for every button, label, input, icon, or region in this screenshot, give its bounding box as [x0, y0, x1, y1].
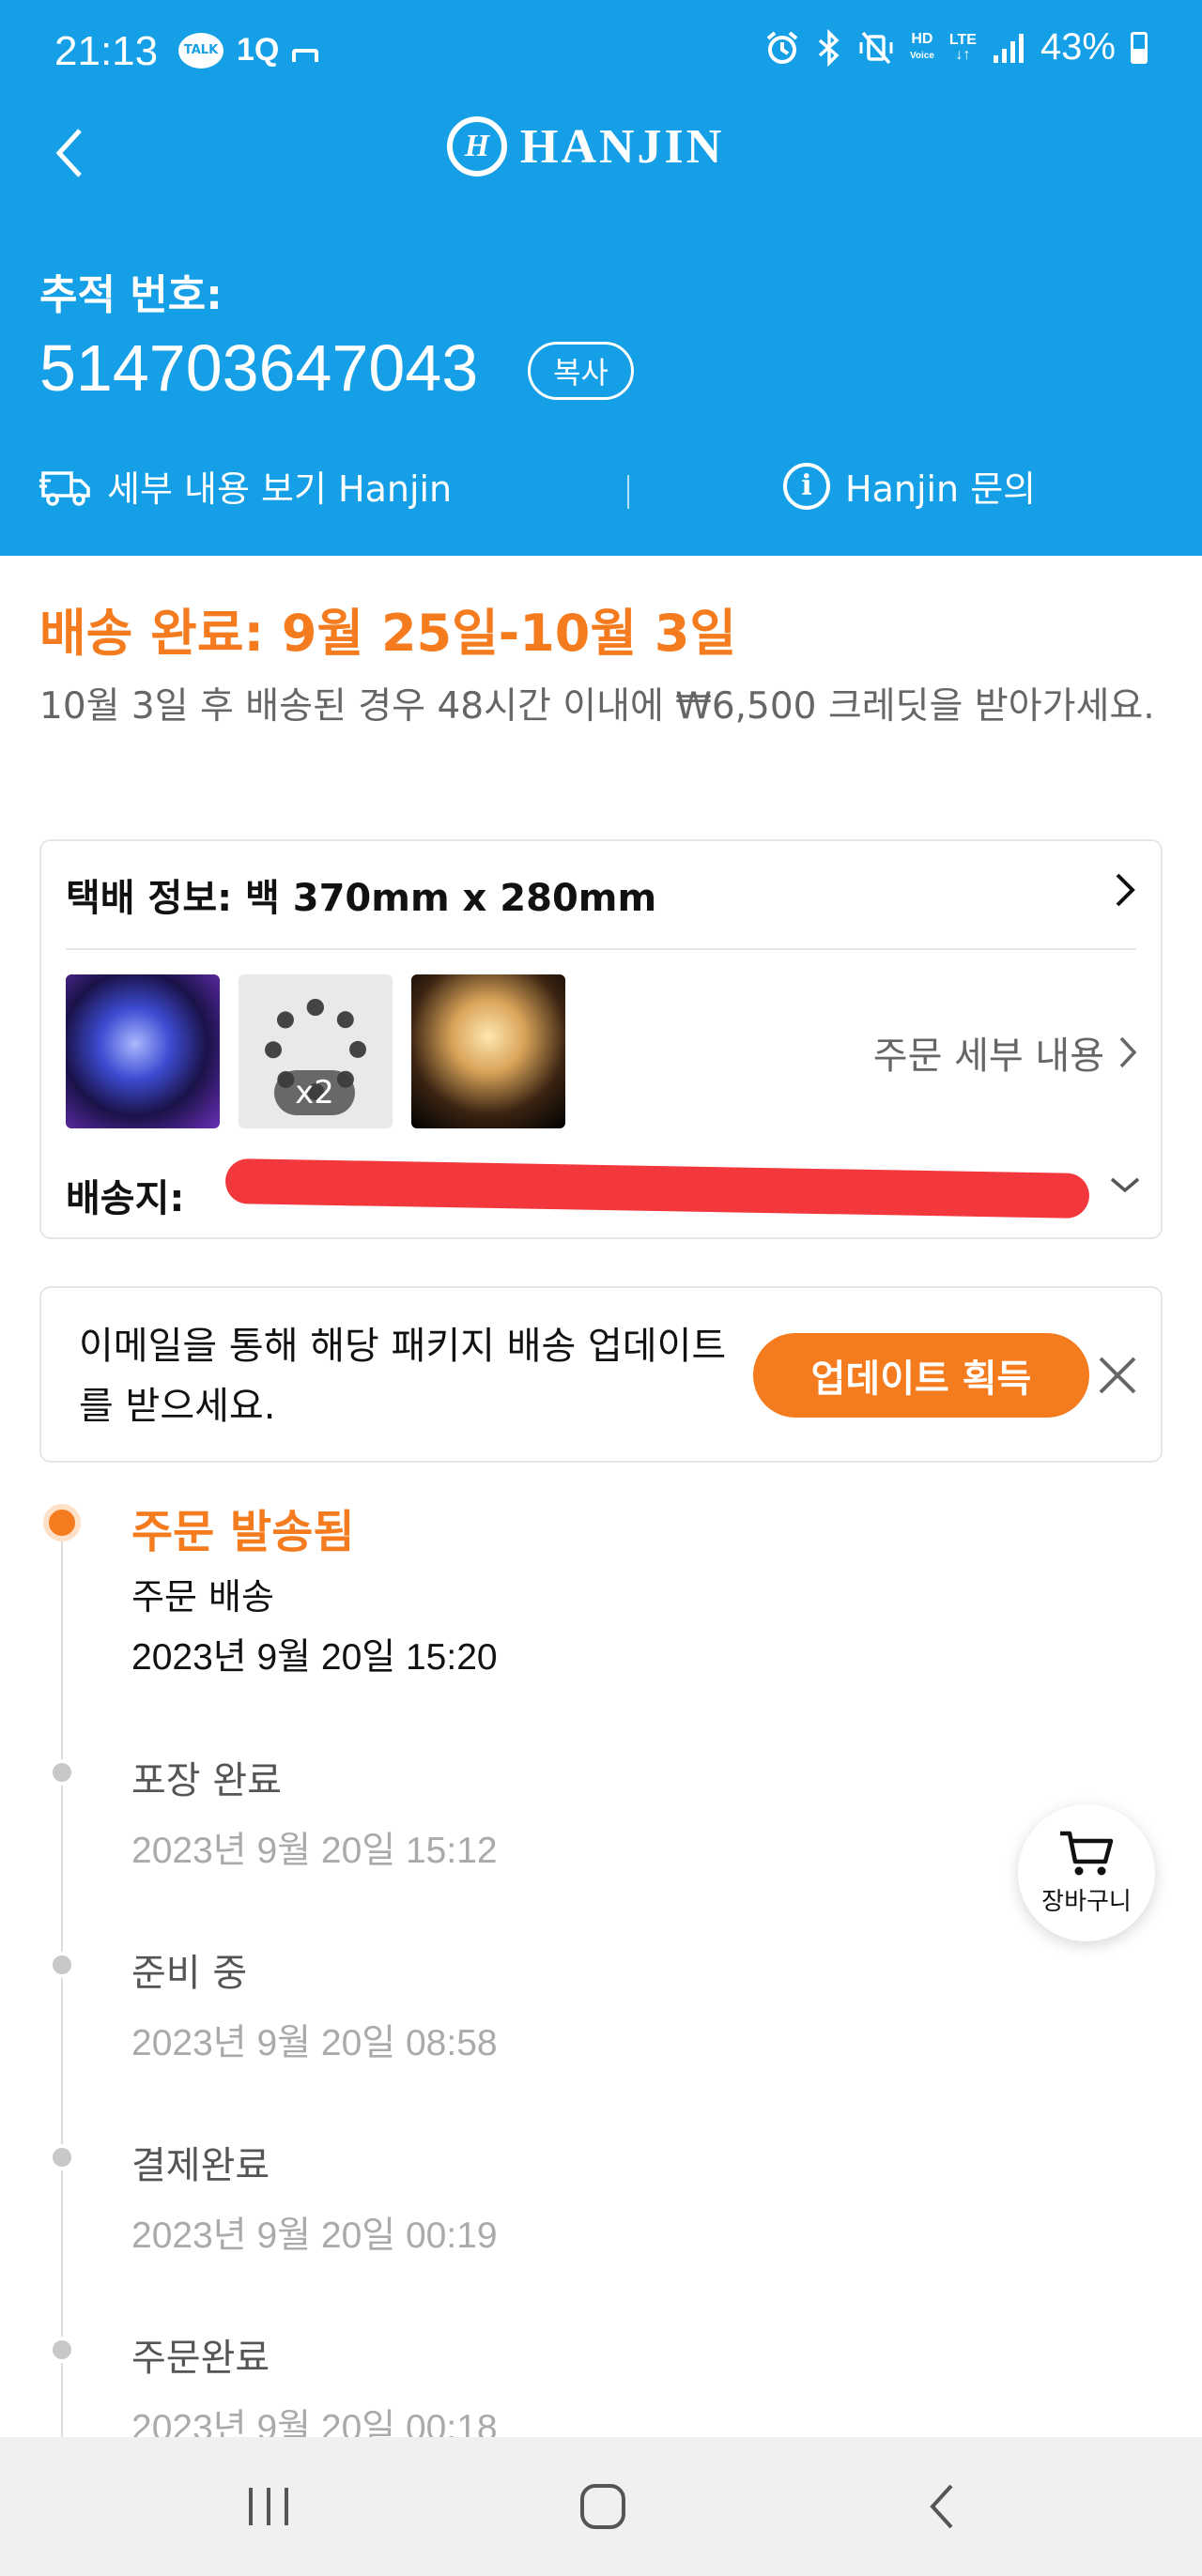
- kakaotalk-icon: TALK: [178, 32, 223, 69]
- divider: [66, 948, 1136, 950]
- shipping-address-label: 배송지:: [66, 1177, 185, 1220]
- recent-apps-button[interactable]: [203, 2437, 334, 2576]
- timeline-dot: [49, 2337, 75, 2363]
- timeline-dot: [49, 2144, 75, 2170]
- hanjin-logo-icon: H: [447, 116, 507, 176]
- battery-percent: 43%: [1040, 26, 1116, 68]
- timeline-datetime: 2023년 9월 20일 08:58: [131, 2023, 498, 2063]
- hanjin-logo: H HANJIN: [447, 116, 724, 176]
- back-icon: [930, 2484, 953, 2529]
- shipping-address-row[interactable]: 배송지:: [66, 1157, 1142, 1222]
- copy-button[interactable]: 복사: [528, 342, 634, 400]
- moon-crystal-ball-thumbnail[interactable]: [411, 974, 565, 1128]
- timeline-dot: [49, 1759, 75, 1786]
- tracking-label: 추적 번호:: [39, 271, 223, 319]
- system-back-button[interactable]: [875, 2437, 1007, 2576]
- email-update-text: 이메일을 통해 해당 패키지 배송 업데이트를 받으세요.: [79, 1325, 727, 1428]
- action-divider: [627, 475, 629, 509]
- truck-icon: [39, 470, 90, 506]
- timeline-status: 주문 발송됨: [131, 1506, 355, 1558]
- cart-button[interactable]: 장바구니: [1018, 1804, 1155, 1941]
- lte-icon: LTE ↓↑: [948, 31, 977, 63]
- recent-apps-icon: [249, 2488, 288, 2525]
- quantity-badge: x2: [274, 1070, 355, 1115]
- bead-bracelet-thumbnail[interactable]: x2: [239, 974, 393, 1128]
- chevron-left-icon: [55, 129, 82, 177]
- hd-voice-icon: HD Voice: [909, 30, 934, 61]
- tracking-header: 21:13 TALK 1Q HD Voice LTE ↓↑ 43% H HANJIN…: [0, 0, 1202, 556]
- timeline-datetime: 2023년 9월 20일 00:19: [131, 2216, 498, 2256]
- shopping-cart-icon: [1060, 1831, 1114, 1875]
- inquiry-link[interactable]: i Hanjin 문의: [783, 460, 1036, 512]
- timeline-status: 준비 중: [131, 1952, 248, 1995]
- cart-label: 장바구니: [1041, 1887, 1132, 1916]
- chevron-down-icon[interactable]: [1108, 1162, 1142, 1205]
- inquiry-label: Hanjin 문의: [845, 468, 1037, 510]
- chevron-right-icon[interactable]: [1112, 869, 1138, 922]
- status-time: 21:13: [54, 28, 159, 74]
- galaxy-crystal-ball-thumbnail[interactable]: [66, 974, 220, 1128]
- timeline-status: 결제완료: [131, 2144, 270, 2187]
- notification-minus-icon: [292, 48, 319, 62]
- home-icon: [580, 2484, 625, 2529]
- back-button[interactable]: [41, 120, 98, 186]
- view-details-label: 세부 내용 보기 Hanjin: [107, 468, 453, 510]
- timeline-datetime: 2023년 9월 20일 15:12: [131, 1831, 498, 1871]
- oneq-icon: 1Q: [237, 32, 280, 68]
- vibrate-mute-icon: [859, 31, 893, 64]
- view-details-link[interactable]: 세부 내용 보기 Hanjin: [39, 460, 452, 512]
- brand-name: HANJIN: [520, 119, 725, 174]
- tracking-number: 514703647043: [39, 331, 479, 405]
- system-status-icons: HD Voice LTE ↓↑ 43%: [763, 26, 1148, 69]
- alarm-icon: [766, 30, 798, 64]
- home-button[interactable]: [537, 2437, 669, 2576]
- signal-icon: [993, 33, 1024, 63]
- info-icon: i: [783, 462, 830, 510]
- timeline-dot-active: [43, 1504, 81, 1541]
- order-details-link[interactable]: 주문 세부 내용: [873, 1025, 1138, 1080]
- timeline-line: [61, 1525, 63, 2445]
- package-card: 택배 정보: 백 370mm x 280mm x2 주문 세부 내용 배송지:: [39, 839, 1163, 1239]
- battery-icon: [1131, 31, 1148, 64]
- bluetooth-icon: [818, 28, 840, 67]
- delivery-credit-note: 10월 3일 후 배송된 경우 48시간 이내에 ₩6,500 크레딧을 받아가…: [39, 685, 1155, 728]
- timeline-status: 주문완료: [131, 2337, 270, 2380]
- header-actions: 세부 내용 보기 Hanjin i Hanjin 문의: [0, 460, 1202, 522]
- get-updates-button[interactable]: 업데이트 획득: [753, 1333, 1089, 1418]
- timeline-detail: 주문 배송: [131, 1576, 274, 1618]
- close-icon[interactable]: [1080, 1342, 1155, 1408]
- order-details-label: 주문 세부 내용: [872, 1035, 1104, 1078]
- system-nav-bar: [0, 2437, 1202, 2576]
- timeline-status: 포장 완료: [131, 1759, 282, 1802]
- redacted-address: [224, 1158, 1090, 1219]
- chevron-right-icon: [1119, 1036, 1137, 1068]
- notification-icons: TALK 1Q: [178, 32, 319, 69]
- package-info-label[interactable]: 택배 정보: 백 370mm x 280mm: [66, 867, 656, 922]
- timeline-datetime: 2023년 9월 20일 15:20: [131, 1637, 498, 1678]
- status-bar: 21:13 TALK 1Q HD Voice LTE ↓↑ 43%: [0, 0, 1202, 103]
- timeline-dot: [49, 1952, 75, 1978]
- delivery-estimate-title: 배송 완료: 9월 25일-10월 3일: [39, 604, 737, 663]
- email-update-card: 이메일을 통해 해당 패키지 배송 업데이트를 받으세요. 업데이트 획득: [39, 1286, 1163, 1463]
